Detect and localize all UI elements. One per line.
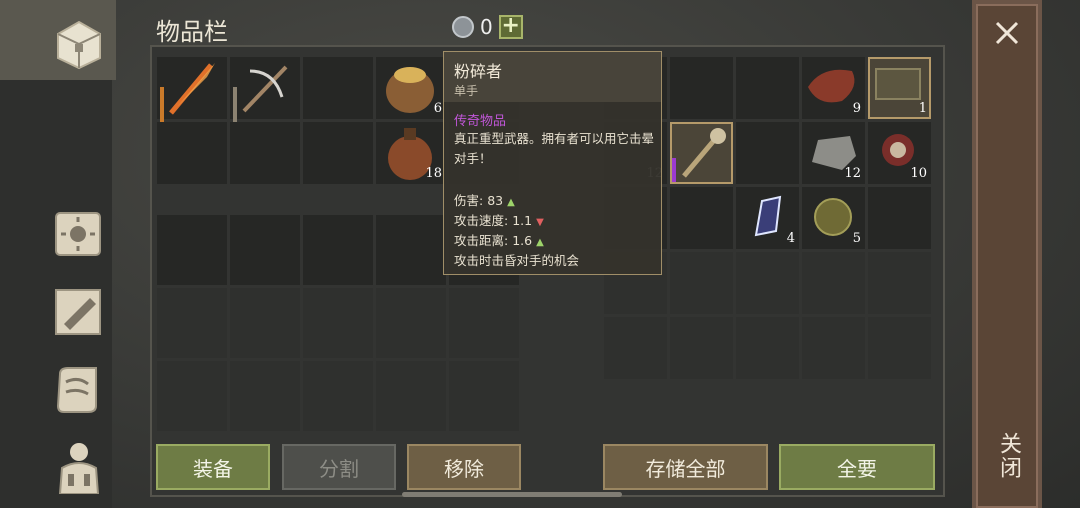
character-icon[interactable] — [50, 438, 108, 494]
sun-book-icon[interactable] — [50, 205, 108, 261]
container-slot[interactable] — [868, 187, 931, 249]
container-slot-locked — [670, 252, 733, 314]
inventory-slot-locked — [157, 288, 227, 358]
inventory-slot[interactable] — [230, 215, 300, 285]
gem-icon — [452, 16, 474, 38]
tooltip-stats: 伤害: 83 ▲ 攻击速度: 1.1 ▼ 攻击距离: 1.6 ▲ — [454, 192, 544, 252]
inventory-slot[interactable]: 18 — [376, 122, 446, 184]
item-quantity: 18 — [425, 166, 442, 181]
stat-damage: 伤害: 83 ▲ — [454, 193, 515, 208]
stat-attack-range: 攻击距离: 1.6 ▲ — [454, 233, 544, 248]
inventory-slot[interactable] — [303, 215, 373, 285]
item-quantity: 6 — [433, 101, 442, 116]
container-slot[interactable]: 5 — [802, 187, 865, 249]
stat-up-icon: ▲ — [507, 197, 515, 208]
inventory-slot[interactable] — [230, 122, 300, 184]
container-slot[interactable]: 9 — [802, 57, 865, 119]
container-slot-locked — [802, 317, 865, 379]
container-slot-selected[interactable] — [670, 122, 733, 184]
inventory-slot-locked — [376, 288, 446, 358]
inventory-slot-locked — [449, 288, 519, 358]
durability-bar — [672, 158, 676, 182]
inventory-slot-locked — [157, 361, 227, 431]
container-slot[interactable]: 1 — [868, 57, 931, 119]
item-quantity: 9 — [852, 101, 861, 116]
scrollbar[interactable] — [402, 492, 622, 497]
add-currency-button[interactable]: + — [498, 15, 523, 39]
inventory-slot[interactable] — [230, 57, 300, 125]
split-button[interactable]: 分割 — [282, 444, 396, 490]
item-quantity: 12 — [844, 166, 861, 181]
store-all-button[interactable]: 存储全部 — [603, 444, 768, 490]
tooltip-description: 真正重型武器。拥有者可以用它击晕对手！ — [454, 131, 655, 166]
container-slot[interactable]: 12 — [802, 122, 865, 184]
inventory-slot[interactable] — [157, 57, 227, 125]
take-all-button[interactable]: 全要 — [779, 444, 935, 490]
container-slot-locked — [868, 317, 931, 379]
inventory-slot-locked — [230, 361, 300, 431]
inventory-slot[interactable]: 6 — [376, 57, 446, 119]
inventory-slot[interactable] — [303, 122, 373, 184]
container-slot[interactable] — [670, 57, 733, 119]
inventory-slot-locked — [230, 288, 300, 358]
sidebar — [0, 0, 116, 508]
container-slot-locked — [736, 317, 799, 379]
item-quantity: 4 — [786, 231, 795, 246]
flame-sword-icon — [169, 63, 215, 115]
container-slot[interactable] — [670, 187, 733, 249]
inventory-slot[interactable] — [303, 57, 373, 119]
item-tooltip: 粉碎者 单手 传奇物品 真正重型武器。拥有者可以用它击晕对手！ 伤害: 83 ▲… — [443, 51, 662, 275]
close-all-label[interactable]: 关闭 — [994, 432, 1024, 480]
remove-button[interactable]: 移除 — [407, 444, 521, 490]
inventory-slot-locked — [303, 288, 373, 358]
inventory-slot-locked — [303, 361, 373, 431]
stat-up-icon: ▲ — [536, 237, 544, 248]
container-slot[interactable] — [736, 57, 799, 119]
currency-display: 0 + — [452, 15, 523, 39]
container-slot-locked — [868, 252, 931, 314]
equip-button[interactable]: 装备 — [156, 444, 270, 490]
inventory-slot[interactable] — [157, 215, 227, 285]
container-slot-locked — [670, 317, 733, 379]
tooltip-rarity: 传奇物品 — [454, 114, 507, 129]
container-slot[interactable]: 10 — [868, 122, 931, 184]
item-quantity: 1 — [918, 101, 927, 116]
close-icon[interactable] — [992, 18, 1022, 48]
stat-down-icon: ▼ — [536, 217, 544, 228]
container-slot[interactable] — [736, 122, 799, 184]
chest-icon[interactable] — [50, 14, 108, 70]
item-quantity: 10 — [910, 166, 927, 181]
container-slot[interactable]: 4 — [736, 187, 799, 249]
container-slot-locked — [802, 252, 865, 314]
container-slot-locked — [736, 252, 799, 314]
tooltip-item-name: 粉碎者 — [454, 62, 503, 81]
inventory-slot-locked — [449, 361, 519, 431]
tooltip-effect: 攻击时击昏对手的机会 — [454, 253, 580, 268]
inventory-slot[interactable] — [157, 122, 227, 184]
crusher-mace-icon — [682, 128, 726, 178]
currency-value: 0 — [480, 15, 493, 39]
container-slot-locked — [604, 317, 667, 379]
inventory-slot[interactable] — [376, 215, 446, 285]
hammer-map-icon[interactable] — [50, 284, 108, 340]
inventory-title: 物品栏 — [156, 18, 228, 46]
durability-bar — [233, 87, 237, 125]
stat-attack-speed: 攻击速度: 1.1 ▼ — [454, 213, 544, 228]
tooltip-item-type: 单手 — [454, 84, 479, 98]
inventory-slot-locked — [376, 361, 446, 431]
durability-bar — [160, 87, 164, 125]
item-quantity: 5 — [852, 231, 861, 246]
scroll-icon[interactable] — [50, 362, 108, 418]
crossbow-icon — [242, 65, 288, 113]
